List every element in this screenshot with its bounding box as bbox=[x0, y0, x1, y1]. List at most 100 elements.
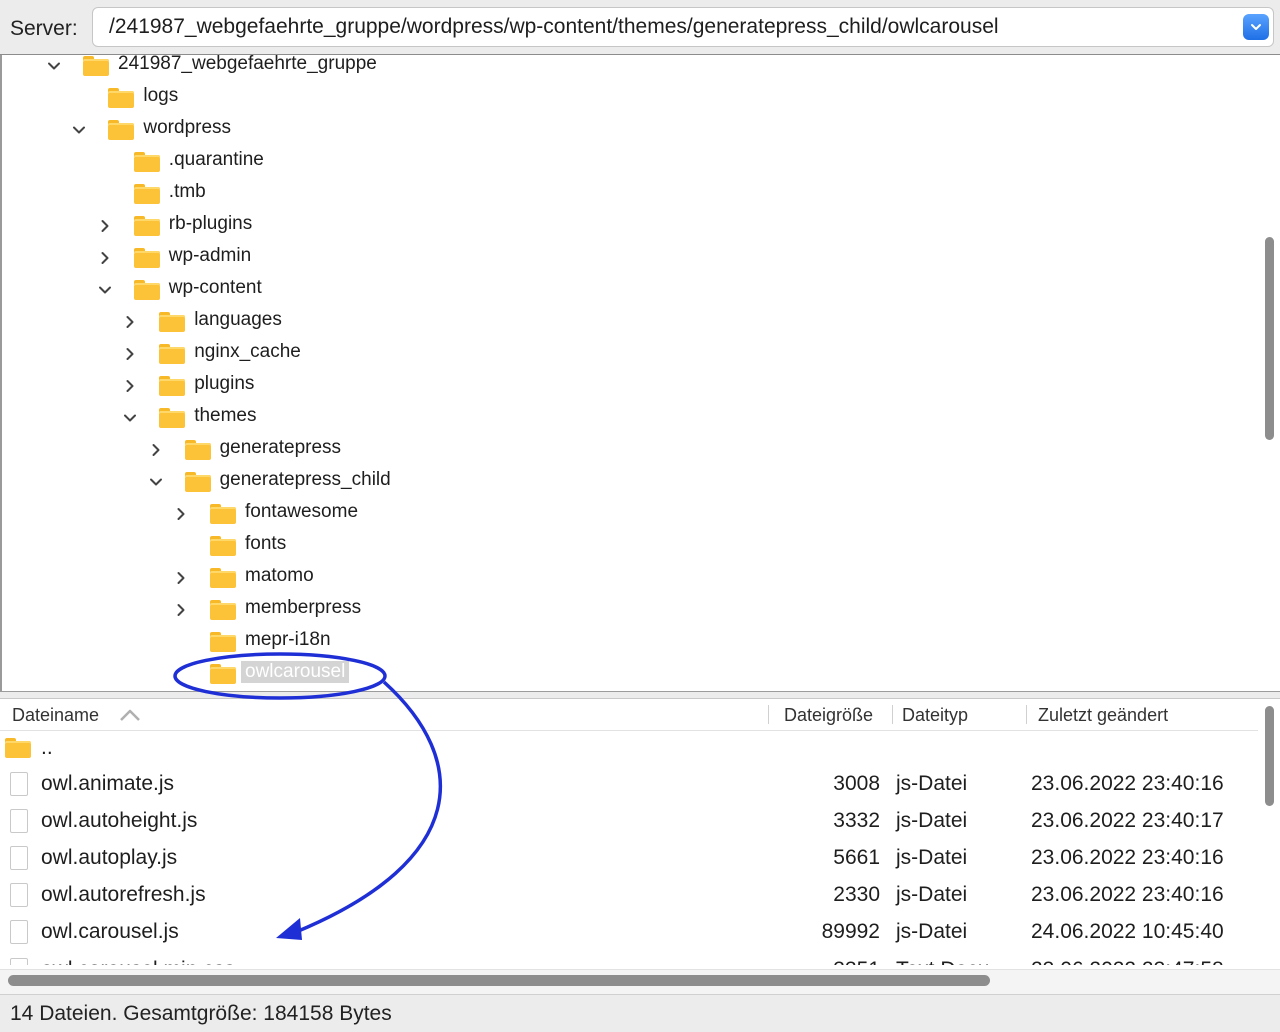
server-path-text: /241987_webgefaehrte_gruppe/wordpress/wp… bbox=[109, 15, 999, 38]
chevron-down-icon[interactable] bbox=[122, 410, 138, 426]
file-size: 2330 bbox=[833, 883, 880, 907]
file-icon bbox=[10, 883, 28, 908]
server-path-field[interactable]: /241987_webgefaehrte_gruppe/wordpress/wp… bbox=[92, 7, 1274, 47]
file-size: 3008 bbox=[833, 772, 880, 795]
column-header-size[interactable]: Dateigröße bbox=[784, 705, 873, 726]
file-name: owl.autoheight.js bbox=[41, 809, 198, 833]
file-name: owl.carousel.js bbox=[41, 920, 179, 944]
list-item[interactable]: owl.autoplay.js 5661 js-Datei 23.06.2022 23… bbox=[0, 841, 1258, 878]
tree-item[interactable]: rb-plugins bbox=[2, 210, 1252, 242]
tree-item-label: wp-admin bbox=[168, 245, 252, 266]
tree-item[interactable]: fonts bbox=[2, 530, 1252, 562]
tree-item[interactable]: languages bbox=[2, 306, 1252, 338]
column-separator[interactable] bbox=[768, 705, 769, 724]
sort-ascending-icon bbox=[120, 709, 140, 721]
folder-icon bbox=[133, 248, 160, 268]
parent-directory-label: .. bbox=[41, 736, 53, 759]
chevron-right-icon[interactable] bbox=[97, 250, 113, 266]
tree-item[interactable]: fontawesome bbox=[2, 498, 1252, 530]
tree-item-label: fonts bbox=[245, 533, 287, 554]
folder-icon bbox=[210, 632, 236, 652]
column-header-modified[interactable]: Zuletzt geändert bbox=[1038, 705, 1168, 726]
file-size: 89992 bbox=[821, 920, 880, 944]
file-size: 5661 bbox=[833, 846, 880, 870]
tree-item[interactable]: nginx_cache bbox=[2, 338, 1252, 370]
pane-splitter[interactable] bbox=[0, 691, 1280, 699]
folder-icon bbox=[133, 184, 160, 204]
file-type: js-Datei bbox=[896, 846, 968, 870]
tree-item[interactable]: owlcarousel bbox=[2, 658, 1252, 690]
file-modified: 23.06.2022 23:40:16 bbox=[1031, 772, 1224, 795]
list-vertical-scrollbar[interactable] bbox=[1265, 706, 1274, 806]
tree-item[interactable]: wordpress bbox=[2, 114, 1252, 146]
column-header-type[interactable]: Dateityp bbox=[902, 705, 968, 726]
chevron-right-icon[interactable] bbox=[122, 378, 138, 394]
file-modified: 23.06.2022 23:47:58 bbox=[1031, 958, 1224, 965]
remote-file-list[interactable]: Dateiname Dateigröße Dateityp Zuletzt ge… bbox=[0, 699, 1280, 994]
list-item[interactable]: owl.autorefresh.js 2330 js-Datei 23.06.2022… bbox=[0, 878, 1258, 915]
chevron-down-icon[interactable] bbox=[71, 122, 87, 138]
tree-item-label: wp-content bbox=[168, 277, 262, 298]
tree-item[interactable]: mepr-i18n bbox=[2, 626, 1252, 658]
column-separator[interactable] bbox=[892, 705, 893, 724]
chevron-right-icon[interactable] bbox=[173, 602, 189, 618]
tree-item[interactable]: wp-admin bbox=[2, 242, 1252, 274]
file-type: Text Docu bbox=[896, 958, 989, 965]
column-separator[interactable] bbox=[1026, 705, 1027, 724]
list-item[interactable]: owl.autoheight.js 3332 js-Datei 23.06.2022 … bbox=[0, 804, 1258, 841]
tree-scrollbar[interactable] bbox=[1265, 237, 1274, 440]
list-item[interactable]: owl.carousel.js 89992 js-Datei 24.06.2022 1… bbox=[0, 915, 1258, 952]
tree-item[interactable]: plugins bbox=[2, 370, 1252, 402]
folder-icon bbox=[159, 312, 186, 332]
tree-item-label: .quarantine bbox=[168, 149, 264, 170]
tree-item[interactable]: generatepress bbox=[2, 434, 1252, 466]
path-dropdown-button[interactable] bbox=[1243, 14, 1269, 40]
tree-item-label: themes bbox=[194, 405, 257, 426]
tree-item-label: wordpress bbox=[143, 117, 232, 138]
folder-icon bbox=[5, 738, 31, 758]
tree-item-label: rb-plugins bbox=[168, 213, 253, 234]
server-bar: Server: /241987_webgefaehrte_gruppe/word… bbox=[0, 0, 1280, 55]
list-item-parent[interactable]: .. bbox=[0, 732, 1258, 769]
list-item[interactable]: owl.animate.js 3008 js-Datei 23.06.2022 23:… bbox=[0, 767, 1258, 804]
folder-icon bbox=[184, 440, 211, 460]
tree-item[interactable]: themes bbox=[2, 402, 1252, 434]
chevron-down-icon[interactable] bbox=[97, 282, 113, 298]
column-header-name[interactable]: Dateiname bbox=[12, 705, 99, 726]
chevron-right-icon[interactable] bbox=[148, 442, 164, 458]
chevron-right-icon[interactable] bbox=[97, 218, 113, 234]
tree-item[interactable]: wp-content bbox=[2, 274, 1252, 306]
tree-item[interactable]: matomo bbox=[2, 562, 1252, 594]
file-icon bbox=[10, 772, 28, 796]
remote-directory-tree[interactable]: 241987_webgefaehrte_gruppelogs wordpress.… bbox=[0, 53, 1280, 691]
tree-item-label: matomo bbox=[245, 565, 314, 586]
file-icon bbox=[10, 846, 28, 871]
tree-item-label: owlcarousel bbox=[241, 661, 350, 683]
chevron-down-icon[interactable] bbox=[46, 58, 62, 74]
chevron-right-icon[interactable] bbox=[122, 346, 138, 362]
file-icon bbox=[10, 809, 28, 834]
list-item[interactable]: owl.carousel.min.css 3351 Text Docu 23.06.2… bbox=[0, 953, 1258, 965]
folder-icon bbox=[159, 376, 186, 396]
tree-item[interactable]: memberpress bbox=[2, 594, 1252, 626]
chevron-right-icon[interactable] bbox=[173, 506, 189, 522]
file-type: js-Datei bbox=[896, 772, 968, 795]
status-bar: 14 Dateien. Gesamtgröße: 184158 Bytes bbox=[0, 994, 1280, 1032]
folder-icon bbox=[210, 568, 236, 588]
file-type: js-Datei bbox=[896, 883, 968, 907]
tree-item-label: 241987_webgefaehrte_gruppe bbox=[118, 53, 377, 74]
tree-item-label: memberpress bbox=[245, 597, 362, 618]
file-icon bbox=[10, 920, 28, 945]
chevron-down-icon[interactable] bbox=[148, 474, 164, 490]
list-horizontal-scrollbar[interactable] bbox=[8, 975, 990, 986]
tree-item[interactable]: .tmb bbox=[2, 178, 1252, 210]
tree-item[interactable]: .quarantine bbox=[2, 146, 1252, 178]
chevron-right-icon[interactable] bbox=[173, 570, 189, 586]
chevron-right-icon[interactable] bbox=[122, 314, 138, 330]
folder-icon bbox=[108, 120, 135, 140]
folder-icon bbox=[83, 56, 109, 76]
tree-item[interactable]: logs bbox=[2, 82, 1252, 114]
tree-item-label: fontawesome bbox=[245, 501, 359, 522]
tree-item[interactable]: 241987_webgefaehrte_gruppe bbox=[2, 50, 1252, 82]
tree-item[interactable]: generatepress_child bbox=[2, 466, 1252, 498]
